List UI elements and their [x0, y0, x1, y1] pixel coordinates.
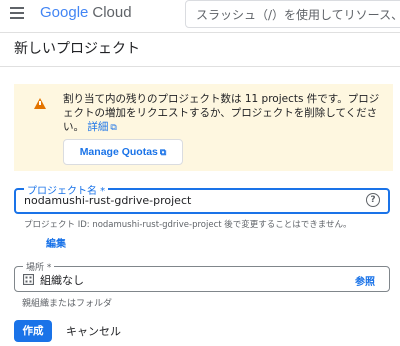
manage-quotas-label: Manage Quotas: [79, 146, 158, 158]
quota-notice-text: 割り当て内の残りのプロジェクト数は 11 projects 件です。プロジェクト…: [63, 92, 387, 135]
logo-google: Google: [40, 4, 89, 21]
menu-icon[interactable]: [10, 7, 24, 19]
create-button[interactable]: 作成: [14, 320, 52, 342]
project-name-input[interactable]: nodamushi-rust-gdrive-project: [24, 194, 191, 207]
manage-quotas-button[interactable]: Manage Quotas ⧉: [63, 139, 183, 165]
page-title: 新しいプロジェクト: [14, 41, 140, 57]
detail-link[interactable]: 詳細 ⧉: [87, 121, 116, 133]
search-input[interactable]: スラッシュ（/）を使用してリソース、ドキ: [185, 0, 400, 28]
external-link-icon: ⧉: [110, 123, 117, 133]
warning-icon: [34, 98, 46, 109]
top-bar: GoogleCloud スラッシュ（/）を使用してリソース、ドキ: [0, 0, 400, 32]
external-link-icon: ⧉: [159, 147, 167, 157]
project-name-field[interactable]: プロジェクト名 * nodamushi-rust-gdrive-project …: [14, 182, 390, 214]
location-field[interactable]: 場所 * 組織なし 参照: [14, 260, 390, 292]
organization-icon: [23, 274, 34, 285]
location-value: 組織なし: [40, 274, 84, 287]
header-divider: [0, 32, 400, 33]
edit-project-id-link[interactable]: 編集: [46, 235, 66, 250]
cancel-button[interactable]: キャンセル: [66, 323, 121, 339]
detail-link-label: 詳細: [87, 121, 109, 133]
logo-cloud: Cloud: [92, 4, 132, 21]
browse-button[interactable]: 参照: [355, 273, 375, 288]
title-divider: [0, 66, 400, 67]
help-icon[interactable]: ?: [366, 193, 380, 207]
project-id-text: プロジェクト ID: nodamushi-rust-gdrive-project…: [24, 220, 352, 230]
location-help-text: 親組織またはフォルダ: [22, 299, 113, 309]
google-cloud-logo[interactable]: Google Cloud: [40, 4, 132, 22]
quota-notice: 割り当て内の残りのプロジェクト数は 11 projects 件です。プロジェクト…: [14, 84, 393, 171]
